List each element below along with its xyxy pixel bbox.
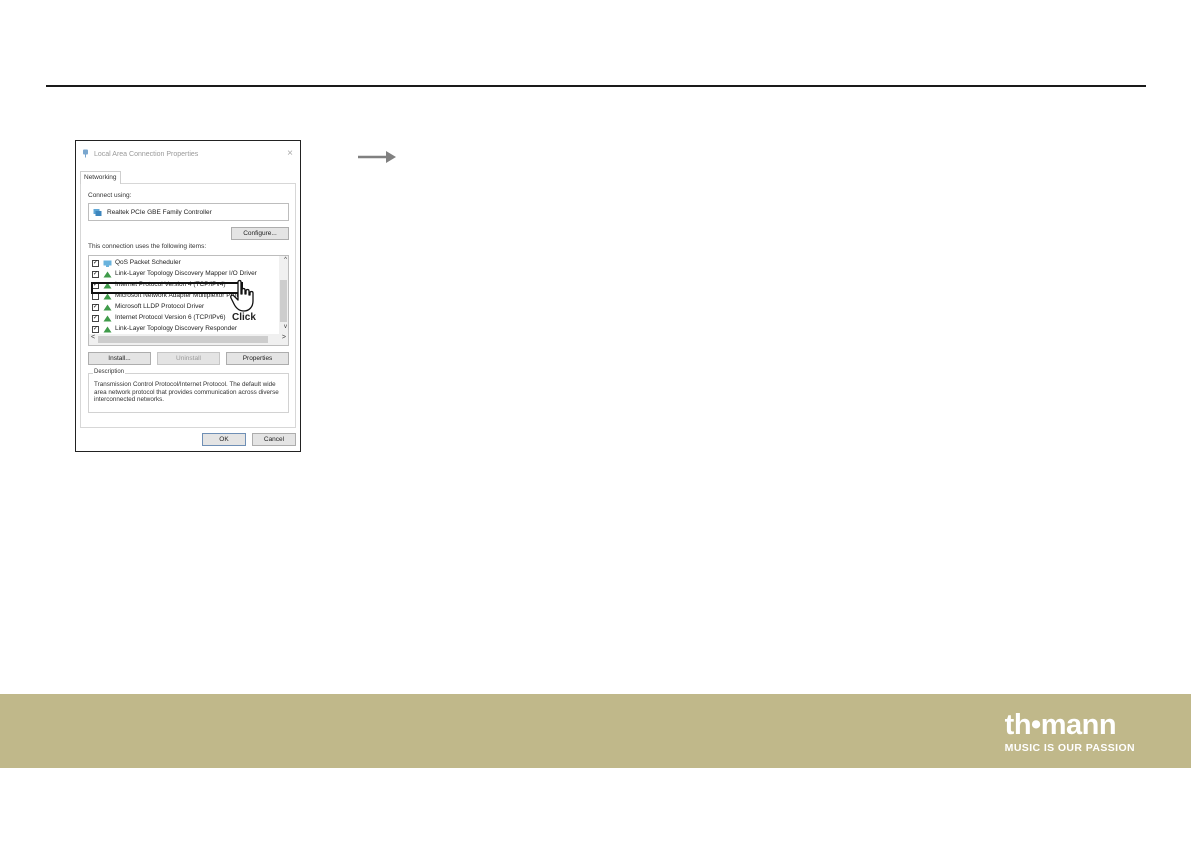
- uninstall-button[interactable]: Uninstall: [157, 352, 220, 365]
- item-label: Link-Layer Topology Discovery Responder: [115, 325, 237, 332]
- qos-icon: [103, 260, 112, 267]
- close-icon[interactable]: ×: [287, 149, 293, 159]
- description-text: Transmission Control Protocol/Internet P…: [94, 381, 279, 403]
- adapter-name: Realtek PCIe GBE Family Controller: [107, 209, 212, 216]
- install-button[interactable]: Install...: [88, 352, 151, 365]
- network-adapter-icon: [83, 149, 88, 158]
- chevron-down-icon[interactable]: v: [284, 324, 287, 330]
- item-checkbox[interactable]: [92, 293, 99, 300]
- ok-button[interactable]: OK: [202, 433, 246, 446]
- chevron-right-icon[interactable]: >: [282, 334, 286, 341]
- item-checkbox[interactable]: ✓: [92, 260, 99, 267]
- item-label: Internet Protocol Version 6 (TCP/IPv6): [115, 314, 226, 321]
- description-heading: Description: [93, 369, 126, 375]
- configure-button[interactable]: Configure...: [231, 227, 289, 240]
- local-area-connection-properties-dialog: Local Area Connection Properties × Netwo…: [75, 140, 301, 452]
- adapter-field: Realtek PCIe GBE Family Controller: [88, 203, 289, 221]
- pointing-hand-icon: [230, 279, 254, 312]
- header-rule: [46, 85, 1146, 87]
- ipv4-highlight-frame: [91, 282, 243, 294]
- protocol-icon: [103, 271, 112, 278]
- tab-networking[interactable]: Networking: [80, 171, 121, 184]
- chevron-left-icon[interactable]: <: [91, 334, 95, 341]
- brand-logo: th•mann: [1004, 709, 1117, 741]
- item-checkbox[interactable]: ✓: [92, 315, 99, 322]
- protocol-icon: [103, 293, 112, 300]
- item-label: QoS Packet Scheduler: [115, 259, 181, 266]
- click-annotation: Click: [232, 312, 256, 323]
- vertical-scrollbar[interactable]: ^ v: [279, 256, 288, 335]
- brand-block: th•mann MUSIC IS OUR PASSION: [1005, 710, 1135, 754]
- item-checkbox[interactable]: ✓: [92, 326, 99, 333]
- footer-band: th•mann MUSIC IS OUR PASSION: [0, 694, 1191, 768]
- brand-tagline: MUSIC IS OUR PASSION: [1004, 742, 1135, 754]
- chevron-up-icon[interactable]: ^: [284, 257, 287, 263]
- dialog-titlebar: Local Area Connection Properties ×: [76, 141, 300, 166]
- connect-using-label: Connect using:: [88, 192, 132, 199]
- cancel-button[interactable]: Cancel: [252, 433, 296, 446]
- properties-button[interactable]: Properties: [226, 352, 289, 365]
- list-item[interactable]: ✓ QoS Packet Scheduler: [91, 258, 278, 269]
- dialog-title: Local Area Connection Properties: [94, 151, 199, 158]
- protocol-icon: [103, 315, 112, 322]
- item-label: Link-Layer Topology Discovery Mapper I/O…: [115, 270, 257, 277]
- item-checkbox[interactable]: ✓: [92, 271, 99, 278]
- horizontal-scroll-thumb[interactable]: [98, 336, 268, 343]
- item-checkbox[interactable]: ✓: [92, 304, 99, 311]
- vertical-scroll-thumb[interactable]: [280, 280, 287, 322]
- description-box: Transmission Control Protocol/Internet P…: [88, 373, 289, 413]
- item-label: Microsoft LLDP Protocol Driver: [115, 303, 205, 310]
- step-arrow-icon: [358, 151, 396, 163]
- items-label: This connection uses the following items…: [88, 243, 207, 250]
- protocol-icon: [103, 326, 112, 333]
- network-card-icon: [93, 209, 102, 216]
- protocol-icon: [103, 304, 112, 311]
- horizontal-scrollbar[interactable]: < >: [89, 334, 288, 345]
